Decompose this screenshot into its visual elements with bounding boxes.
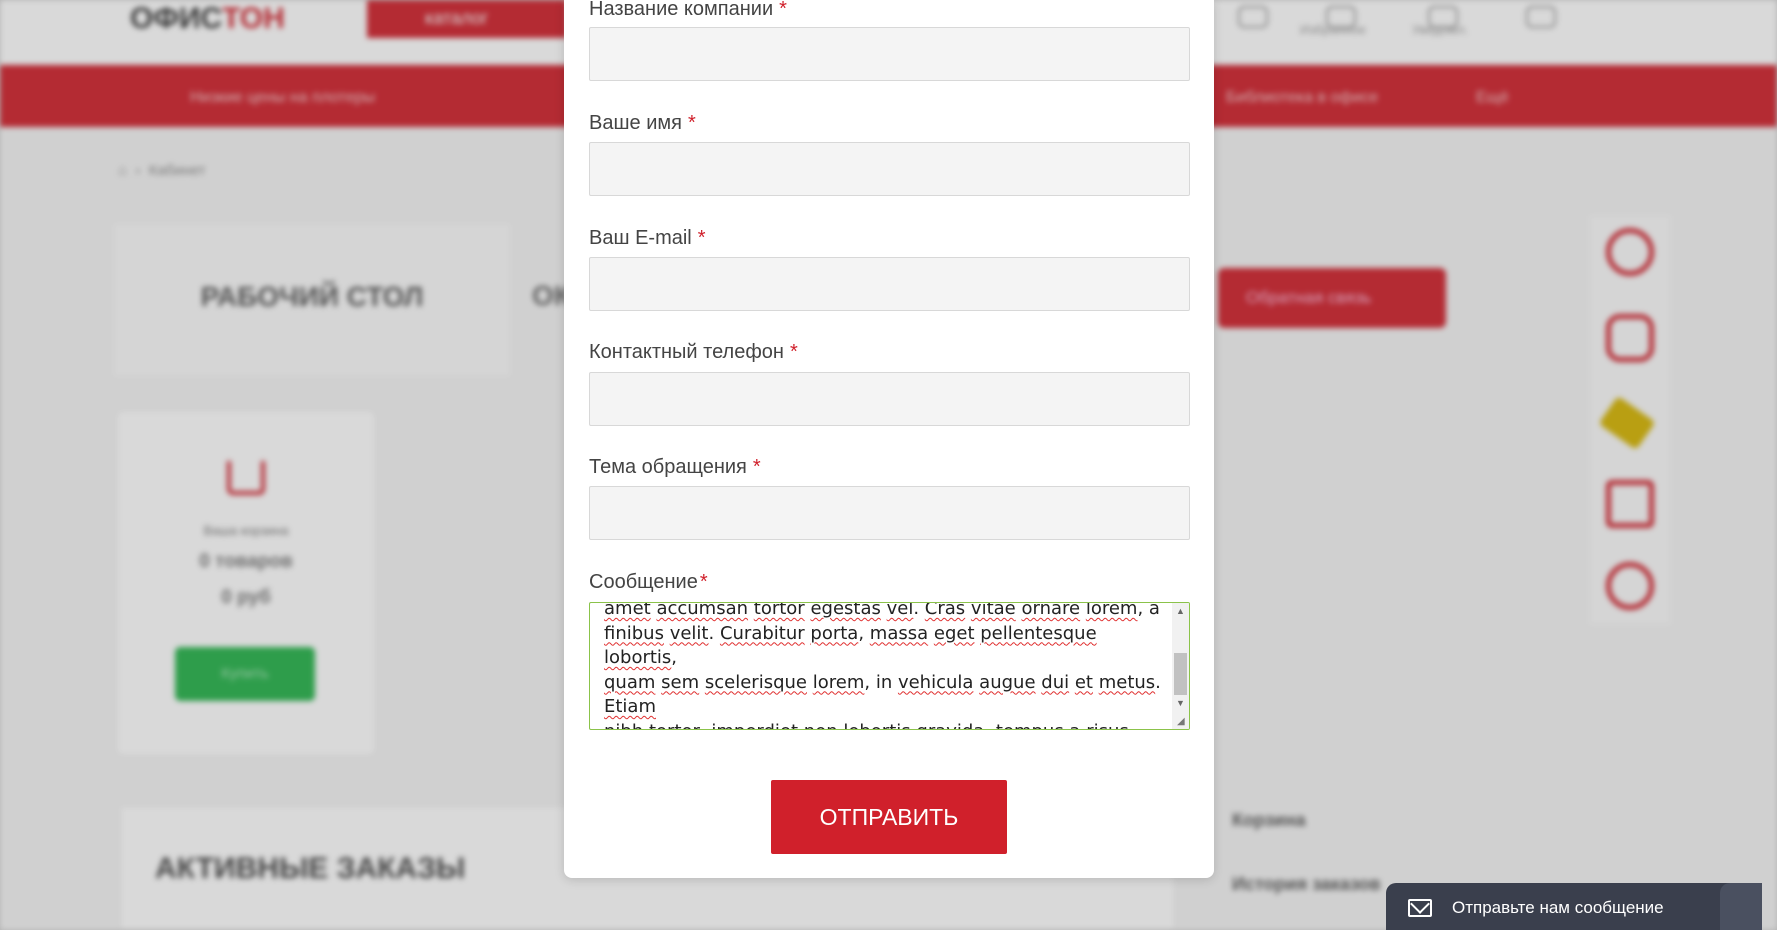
- message-text[interactable]: amet accumsan tortor egestas vel. Cras v…: [604, 602, 1169, 730]
- message-textarea[interactable]: amet accumsan tortor egestas vel. Cras v…: [589, 602, 1190, 730]
- email-input[interactable]: [589, 257, 1190, 311]
- company-input[interactable]: [589, 27, 1190, 81]
- message-label: Сообщение *: [589, 571, 708, 593]
- message-line: nibh tortor, imperdiet non lobortis grav…: [604, 720, 1169, 730]
- name-input[interactable]: [589, 142, 1190, 196]
- scroll-up-icon[interactable]: ▲: [1172, 603, 1189, 620]
- name-label: Ваше имя *: [589, 112, 696, 134]
- phone-input[interactable]: [589, 372, 1190, 426]
- chat-widget-edge: [1720, 883, 1762, 930]
- resize-grip-icon[interactable]: ◢: [1177, 717, 1187, 727]
- phone-label: Контактный телефон *: [589, 341, 798, 363]
- message-line: amet accumsan tortor egestas vel. Cras v…: [604, 602, 1160, 619]
- scroll-thumb[interactable]: [1174, 653, 1187, 695]
- message-line: quam sem scelerisque lorem, in vehicula …: [604, 671, 1161, 718]
- message-scrollbar[interactable]: ▲ ▼: [1172, 603, 1189, 729]
- envelope-icon: [1408, 899, 1432, 917]
- chat-widget[interactable]: Отправьте нам сообщение: [1386, 883, 1762, 930]
- submit-button[interactable]: ОТПРАВИТЬ: [771, 780, 1007, 854]
- chat-widget-label[interactable]: Отправьте нам сообщение: [1452, 898, 1664, 918]
- message-line: finibus velit. Curabitur porta, massa eg…: [604, 622, 1097, 669]
- subject-input[interactable]: [589, 486, 1190, 540]
- scroll-down-icon[interactable]: ▼: [1172, 695, 1189, 712]
- email-label: Ваш E-mail *: [589, 227, 706, 249]
- subject-label: Тема обращения *: [589, 456, 761, 478]
- contact-form-modal: Название компании * Ваше имя * Ваш E-mail *…: [564, 0, 1214, 878]
- company-label: Название компании *: [589, 0, 787, 20]
